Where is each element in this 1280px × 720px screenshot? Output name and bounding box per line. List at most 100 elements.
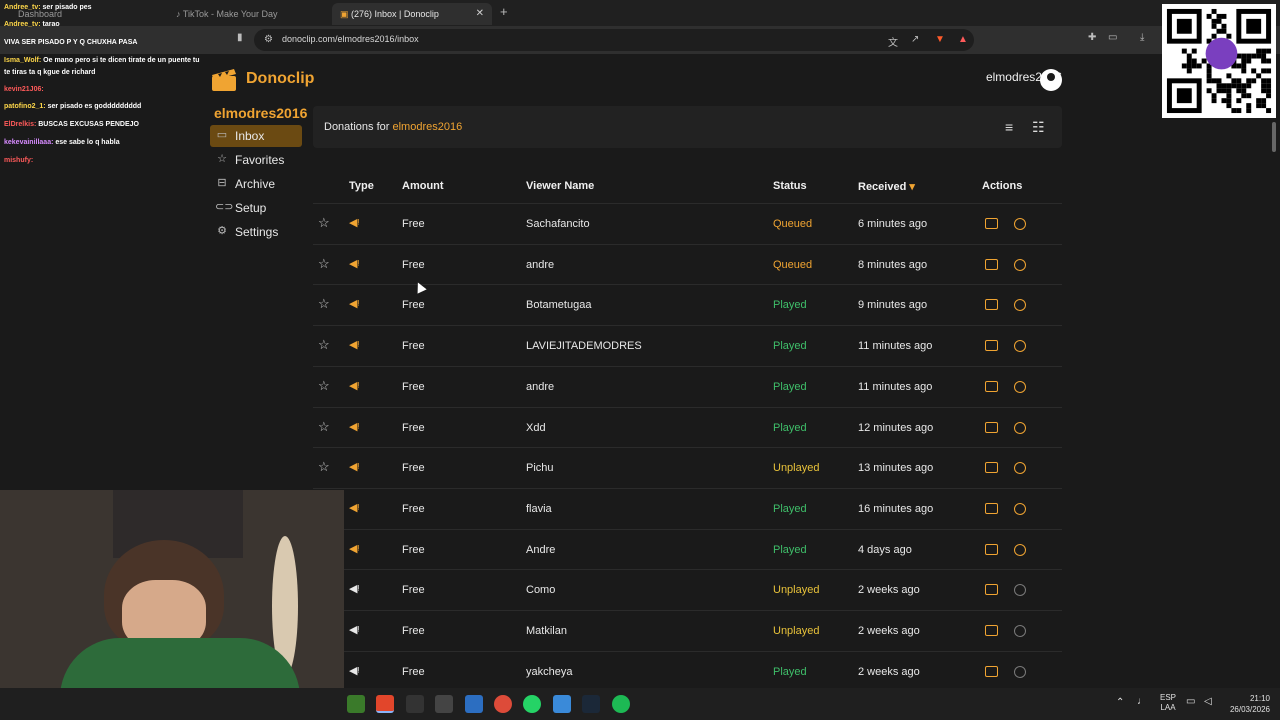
wallet-icon[interactable]: ▭ (1108, 32, 1117, 43)
sidebar-item-label: Favorites (235, 153, 285, 167)
play-action-icon[interactable] (1014, 340, 1026, 353)
favorite-star-icon[interactable]: ☆ (318, 337, 330, 353)
play-action-icon[interactable] (1014, 258, 1026, 271)
favorite-star-icon[interactable]: ☆ (318, 256, 330, 272)
share-icon[interactable]: ↗ (911, 34, 919, 45)
notepad-icon[interactable] (553, 695, 571, 713)
play-action-icon[interactable] (1014, 380, 1026, 393)
archive-action-icon[interactable] (985, 584, 998, 596)
volume-icon[interactable]: ◁ (1204, 697, 1212, 707)
chat-username: Andree_tv: (4, 21, 41, 28)
amount-cell: Free (402, 462, 425, 475)
steam-icon[interactable] (582, 695, 600, 713)
scrollbar[interactable] (1272, 122, 1276, 152)
account-icon[interactable] (1040, 69, 1062, 91)
audio-tts-icon: ◀ᵎ (349, 298, 360, 311)
table-row[interactable]: ☆ ◀ᵎ Free Pichu Unplayed 13 minutes ago (313, 447, 1062, 488)
site-info-icon[interactable]: ⚙ (264, 34, 273, 45)
archive-action-icon[interactable] (985, 340, 998, 352)
play-action-icon[interactable] (1014, 625, 1026, 637)
viewer-name-cell: Sachafancito (526, 218, 590, 230)
table-row[interactable]: ◀ᵎ Free Andre Played 4 days ago (313, 528, 1062, 570)
table-row[interactable]: ☆ ◀ᵎ Free Botametugaa Played 9 minutes ago (313, 284, 1062, 325)
chrome-icon[interactable] (494, 695, 512, 713)
favorite-star-icon[interactable]: ☆ (318, 459, 330, 475)
archive-action-icon[interactable] (985, 665, 998, 677)
download-icon[interactable]: ⤓ (1140, 32, 1144, 43)
sidebar-item-settings[interactable]: ⚙ Settings (210, 221, 302, 243)
play-action-icon[interactable] (1014, 584, 1026, 597)
audio-tts-icon: ◀ᵎ (349, 339, 360, 352)
table-row[interactable]: ◀ᵎ Free Como Unplayed 2 weeks ago (313, 569, 1062, 610)
extensions-icon[interactable]: ✚ (1088, 32, 1096, 43)
favorite-star-icon[interactable]: ☆ (318, 215, 330, 231)
archive-action-icon[interactable] (985, 502, 998, 514)
column-header-actions: Actions (982, 180, 1023, 192)
brave-shield-icon[interactable]: ▼ (935, 34, 945, 45)
received-cell: 8 minutes ago (858, 258, 928, 271)
link-icon: ⊂⊃ (215, 201, 234, 213)
chevron-up-icon[interactable]: ⌃ (1116, 698, 1124, 708)
sidebar-item-setup[interactable]: ⊂⊃ Setup (210, 197, 302, 219)
favorite-star-icon[interactable]: ☆ (318, 296, 330, 312)
column-header-received[interactable]: Received ▾ (858, 180, 915, 193)
table-row[interactable]: ◀ᵎ Free Matkilan Unplayed 2 weeks ago (313, 610, 1062, 651)
amount-cell: Free (402, 502, 425, 515)
clock-time: 21:10 (1249, 694, 1270, 703)
status-badge: Unplayed (773, 462, 820, 475)
language-indicator[interactable]: ESP LAA (1160, 693, 1176, 713)
chat-username: ElDrelkis: (4, 121, 37, 128)
calculator-icon[interactable] (465, 695, 483, 713)
table-row[interactable]: ☆ ◀ᵎ Free LAVIEJITADEMODRES Played 11 minutes… (313, 325, 1062, 366)
brave-rewards-icon[interactable]: ▲ (958, 34, 968, 45)
archive-action-icon[interactable] (985, 258, 998, 270)
epic-games-icon[interactable] (406, 695, 424, 713)
play-action-icon[interactable] (1014, 665, 1026, 678)
play-action-icon[interactable] (1014, 502, 1026, 515)
play-action-icon[interactable] (1014, 543, 1026, 556)
spotify-icon[interactable] (612, 695, 630, 713)
play-action-icon[interactable] (1014, 462, 1026, 475)
sidebar-item-label: Inbox (235, 129, 265, 143)
play-action-icon[interactable] (1014, 421, 1026, 434)
whatsapp-icon[interactable] (523, 695, 541, 713)
sliders-icon[interactable]: ☷ (1032, 119, 1045, 136)
translate-icon[interactable]: 文 (888, 34, 898, 49)
play-action-icon[interactable] (1014, 218, 1026, 230)
archive-action-icon[interactable] (985, 625, 998, 636)
table-row[interactable]: ☆ ◀ᵎ Free andre Played 11 minutes ago (313, 365, 1062, 407)
viewer-name-cell: Como (526, 584, 556, 597)
chat-message: VIVA SER PISADO P Y Q CHUXHA PASA (4, 39, 137, 46)
close-tab-icon[interactable]: ✕ (476, 3, 484, 25)
tab-donoclip-inbox[interactable]: ▣ (276) Inbox | Donoclip ✕ (332, 3, 492, 25)
archive-action-icon[interactable] (985, 462, 998, 474)
archive-action-icon[interactable] (985, 218, 998, 229)
bookmark-icon[interactable]: ▮ (237, 32, 243, 43)
archive-action-icon[interactable] (985, 543, 998, 555)
status-badge: Queued (773, 258, 813, 271)
archive-action-icon[interactable] (985, 380, 998, 392)
received-cell: 2 weeks ago (858, 625, 920, 637)
microphone-icon[interactable]: ♩ (1137, 697, 1147, 707)
play-action-icon[interactable] (1014, 299, 1026, 312)
table-row[interactable]: ☆ ◀ᵎ Free Sachafancito Queued 6 minutes ago (313, 203, 1062, 244)
status-badge: Played (773, 299, 807, 312)
table-row[interactable]: ☆ ◀ᵎ Free Xdd Played 12 minutes ago (313, 406, 1062, 448)
favorite-star-icon[interactable]: ☆ (318, 378, 330, 394)
new-tab-icon[interactable]: + (500, 4, 508, 19)
table-row[interactable]: ◀ᵎ Free yakcheya Played 2 weeks ago (313, 650, 1062, 692)
archive-action-icon[interactable] (985, 299, 998, 311)
favorite-star-icon[interactable]: ☆ (318, 419, 330, 435)
system-clock[interactable]: 21:10 26/03/2026 (1230, 693, 1270, 715)
sidebar-item-archive[interactable]: ⊟ Archive (210, 173, 302, 195)
filter-icon[interactable]: ≡ (1005, 119, 1013, 135)
terminal-icon[interactable] (435, 695, 453, 713)
table-row[interactable]: ☆ ◀ᵎ Free andre Queued 8 minutes ago (313, 243, 1062, 285)
minecraft-icon[interactable] (347, 695, 365, 713)
archive-action-icon[interactable] (985, 421, 998, 433)
address-bar[interactable]: ⚙ donoclip.com/elmodres2016/inbox 文 ↗ ▼ … (254, 29, 974, 51)
viewer-name-cell: Andre (526, 543, 556, 556)
brave-browser-icon[interactable] (376, 695, 394, 713)
network-icon[interactable]: ▭ (1186, 697, 1195, 707)
table-row[interactable]: ◀ᵎ Free flavia Played 16 minutes ago (313, 487, 1062, 529)
